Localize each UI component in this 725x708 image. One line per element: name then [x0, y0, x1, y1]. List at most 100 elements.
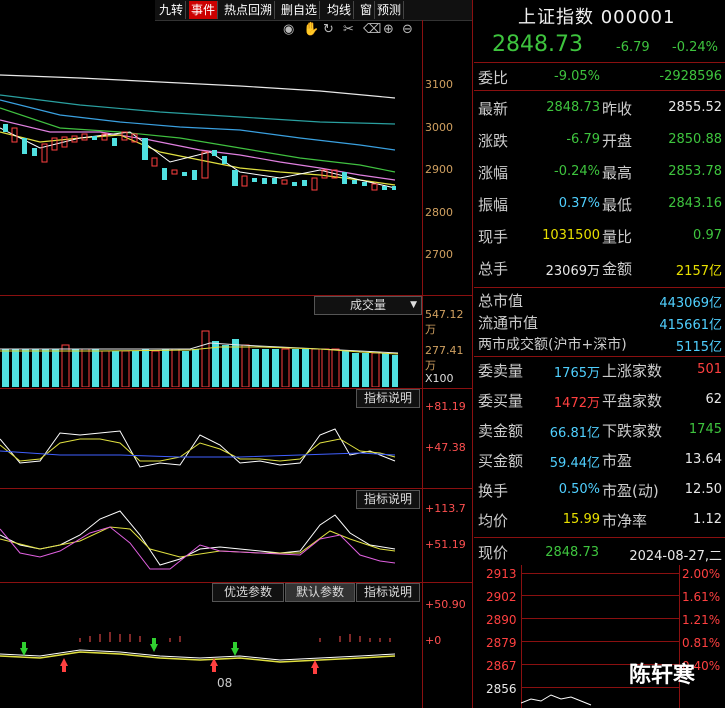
- breadth-value: 1.12: [693, 512, 722, 527]
- indicator3-help-button[interactable]: 指标说明: [356, 583, 420, 602]
- grid-line: [521, 618, 679, 619]
- stat-label: 总手: [478, 260, 509, 278]
- volume-mid-label: 277.41万: [425, 344, 464, 372]
- intraday-pct-label: 1.21%: [682, 613, 721, 627]
- section-divider: [474, 90, 725, 91]
- breadth-label: 均价: [478, 512, 509, 530]
- breadth-label: 上涨家数: [602, 362, 663, 380]
- breadth-value: 15.99: [562, 512, 600, 527]
- stat-value: -0.24%: [554, 164, 600, 179]
- market-label: 流通市值: [478, 314, 539, 332]
- weibi-pct: -9.05%: [554, 69, 600, 84]
- stat-value: 2157亿: [675, 264, 722, 279]
- indicator2-chart[interactable]: [0, 505, 422, 580]
- intraday-datetime: 2024-08-27,二: [629, 549, 722, 564]
- quote-change: -6.79: [616, 40, 650, 55]
- indicator2-line-white: [0, 510, 396, 566]
- indicator1-line-yellow: [0, 438, 396, 462]
- breadth-value: 66.81亿: [549, 426, 600, 441]
- stat-label: 涨幅: [478, 164, 509, 182]
- breadth-value: 62: [705, 392, 722, 407]
- breadth-value: 1745: [688, 422, 722, 437]
- indicator3-zero-label: +0: [425, 634, 442, 647]
- stat-value: 2855.52: [668, 100, 722, 115]
- toolbar-jiuzhuan[interactable]: 九转: [157, 1, 187, 19]
- breadth-label: 市净率: [602, 512, 648, 530]
- breadth-value: 0.50%: [558, 482, 600, 497]
- indicator3-top-label: +50.90: [425, 598, 466, 611]
- market-label: 总市值: [478, 292, 524, 310]
- weibi-row: 委比 -9.05% -2928596: [474, 64, 725, 88]
- quote-change-pct: -0.24%: [672, 40, 718, 55]
- chevron-down-icon: ▼: [410, 300, 417, 310]
- stat-label: 涨跌: [478, 132, 509, 150]
- market-value: 415661亿: [659, 318, 722, 333]
- watermark: 陈轩寒: [629, 663, 696, 688]
- indicator1-line-blue: [0, 450, 396, 458]
- breadth-label: 委卖量: [478, 362, 524, 380]
- toolbar-forecast[interactable]: 预测: [375, 1, 405, 19]
- stat-value: -6.79: [566, 132, 600, 147]
- indicator3-chart[interactable]: [0, 620, 422, 680]
- default-params-button[interactable]: 默认参数: [285, 583, 355, 602]
- volume-selector[interactable]: 成交量 ▼: [314, 296, 422, 315]
- intraday-axis-label: 2913: [486, 567, 517, 581]
- breadth-label: 下跌家数: [602, 422, 663, 440]
- intraday-label: 现价: [478, 544, 509, 562]
- date-label: 08: [217, 676, 233, 690]
- toolbar-events[interactable]: 事件: [189, 1, 219, 19]
- chart-toolbar: 九转 事件 热点回溯 删自选 均线 窗 预测: [155, 0, 473, 21]
- stat-value: 0.37%: [558, 196, 600, 211]
- breadth-value: 1472万: [553, 396, 600, 411]
- stat-label: 金额: [602, 260, 633, 278]
- stat-label: 量比: [602, 228, 633, 246]
- axis-divider: [422, 20, 423, 708]
- toolbar-hotspot[interactable]: 热点回溯: [222, 1, 276, 19]
- section-divider: [474, 537, 725, 538]
- indicator2-mid-label: +51.19: [425, 538, 466, 551]
- toolbar-window[interactable]: 窗: [358, 1, 376, 19]
- optimize-params-button[interactable]: 优选参数: [212, 583, 284, 602]
- panel-divider: [472, 0, 473, 708]
- breadth-label: 平盘家数: [602, 392, 663, 410]
- indicator1-chart[interactable]: [0, 405, 422, 485]
- volume-chart[interactable]: [0, 315, 422, 387]
- intraday-axis-label: 2867: [486, 659, 517, 673]
- axis-label: 2700: [425, 248, 453, 261]
- toolbar-remove-watch[interactable]: 删自选: [279, 1, 321, 19]
- breadth-label: 委买量: [478, 392, 524, 410]
- volume-bars: [2, 330, 398, 387]
- intraday-pct-label: 2.00%: [682, 567, 721, 581]
- intraday-header: 现价 2848.73 2024-08-27,二: [474, 540, 725, 564]
- ma-line-white2: [0, 127, 396, 189]
- section-divider: [474, 356, 725, 357]
- indicator1-mid-label: +47.38: [425, 441, 466, 454]
- intraday-chart[interactable]: 2913 2902 2890 2879 2867 2856 2.00% 1.61…: [474, 565, 725, 708]
- volume-selector-label: 成交量: [349, 298, 386, 312]
- toolbar-ma[interactable]: 均线: [325, 1, 355, 19]
- stats-table: 最新 2848.73 昨收 2855.52 涨跌 -6.79 开盘 2850.88 涨幅 -0.2…: [474, 93, 725, 285]
- breadth-value: 1765万: [553, 366, 600, 381]
- breadth-label: 买金额: [478, 452, 524, 470]
- stat-value: 2853.78: [668, 164, 722, 179]
- intraday-pct-label: 1.61%: [682, 590, 721, 604]
- stat-value: 0.97: [693, 228, 722, 243]
- market-label: 两市成交额(沪市+深市): [478, 337, 627, 353]
- section-divider: [474, 62, 725, 63]
- stat-label: 开盘: [602, 132, 633, 150]
- stat-label: 昨收: [602, 100, 633, 118]
- section-divider: [0, 488, 472, 489]
- ma-line-white: [0, 74, 396, 99]
- stat-label: 最高: [602, 164, 633, 182]
- indicator2-top-label: +113.7: [425, 502, 466, 515]
- intraday-axis-label: 2856: [486, 682, 517, 696]
- weibi-label: 委比: [478, 69, 509, 87]
- market-table: 总市值 443069亿 流通市值 415661亿 两市成交额(沪市+深市) 51…: [474, 288, 725, 355]
- stat-value: 1031500: [542, 228, 600, 243]
- chart-area[interactable]: 九转 事件 热点回溯 删自选 均线 窗 预测 ◉ ✋ ↻ ✂ ⌫ ⊕ ⊖ 310…: [0, 0, 473, 708]
- candlestick-chart[interactable]: [0, 20, 422, 295]
- breadth-value: 59.44亿: [549, 456, 600, 471]
- breadth-value: 12.50: [684, 482, 722, 497]
- grid-line: [521, 573, 679, 574]
- stat-label: 振幅: [478, 196, 509, 214]
